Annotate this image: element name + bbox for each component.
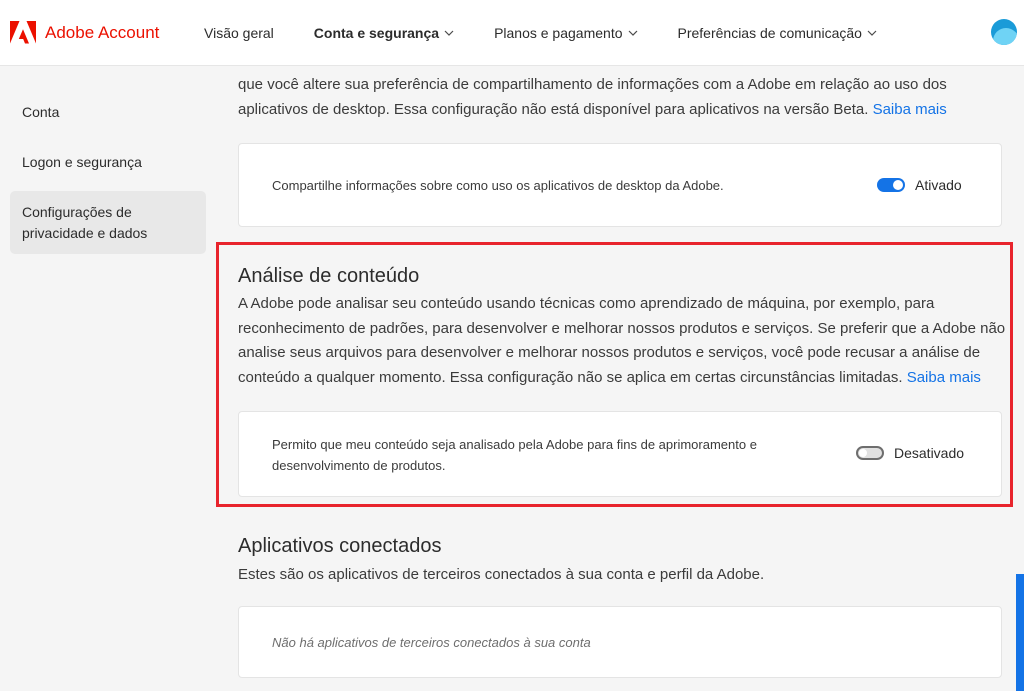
sidebar-item-logon-e-seguranca[interactable]: Logon e segurança — [10, 152, 206, 173]
description-line: que você altere sua preferência de compa… — [238, 76, 947, 93]
toggle-switch[interactable] — [877, 178, 905, 192]
chevron-down-icon — [867, 30, 877, 36]
connected-apps-empty-text: Não há aplicativos de terceiros conectad… — [272, 635, 591, 650]
main-nav: Visão geral Conta e segurança Planos e p… — [192, 0, 905, 66]
desktop-sharing-toggle[interactable]: Ativado — [877, 177, 962, 193]
sidebar-item-label: Logon e segurança — [22, 154, 142, 170]
chevron-down-icon — [444, 30, 454, 36]
top-header: Adobe Account Visão geral Conta e segura… — [0, 0, 1024, 66]
main-content: que você altere sua preferência de compa… — [215, 66, 1024, 691]
sidebar-item-label: Conta — [22, 104, 60, 120]
connected-apps-description: Estes são os aplicativos de terceiros co… — [238, 566, 765, 583]
nav-preferencias-de-comunicacao[interactable]: Preferências de comunicação — [678, 0, 877, 66]
nav-label: Preferências de comunicação — [677, 24, 862, 41]
user-avatar[interactable] — [991, 19, 1017, 45]
connected-apps-card: Não há aplicativos de terceiros conectad… — [238, 606, 1002, 678]
sidebar: Conta Logon e segurança Configurações de… — [0, 66, 215, 691]
scrollbar-thumb[interactable] — [1016, 574, 1024, 691]
sidebar-item-label: Configurações de privacidade e dados — [22, 204, 148, 241]
nav-label: Planos e pagamento — [494, 24, 623, 41]
brand-name: Adobe Account — [45, 22, 160, 42]
nav-planos-e-pagamento[interactable]: Planos e pagamento — [494, 0, 637, 66]
desktop-sharing-description: que você altere sua preferência de compa… — [238, 73, 1008, 122]
nav-label: Conta e segurança — [313, 24, 440, 41]
sidebar-item-privacidade[interactable]: Configurações de privacidade e dados — [10, 191, 206, 254]
connected-apps-title: Aplicativos conectados — [238, 535, 442, 557]
brand[interactable]: Adobe Account — [10, 20, 192, 45]
chevron-down-icon — [628, 30, 637, 36]
sidebar-item-conta[interactable]: Conta — [10, 102, 206, 123]
nav-visao-geral[interactable]: Visão geral — [204, 0, 274, 66]
highlight-box — [216, 242, 1013, 507]
desktop-sharing-card-text: Compartilhe informações sobre como uso o… — [272, 178, 724, 193]
desktop-sharing-card: Compartilhe informações sobre como uso o… — [238, 143, 1002, 227]
description-line: aplicativos de desktop. Essa configuraçã… — [238, 100, 869, 118]
learn-more-link[interactable]: Saiba mais — [873, 101, 947, 118]
adobe-logo-icon — [10, 20, 36, 43]
toggle-label: Ativado — [915, 177, 962, 193]
nav-label: Visão geral — [204, 24, 274, 41]
nav-conta-e-seguranca[interactable]: Conta e segurança — [314, 0, 454, 66]
